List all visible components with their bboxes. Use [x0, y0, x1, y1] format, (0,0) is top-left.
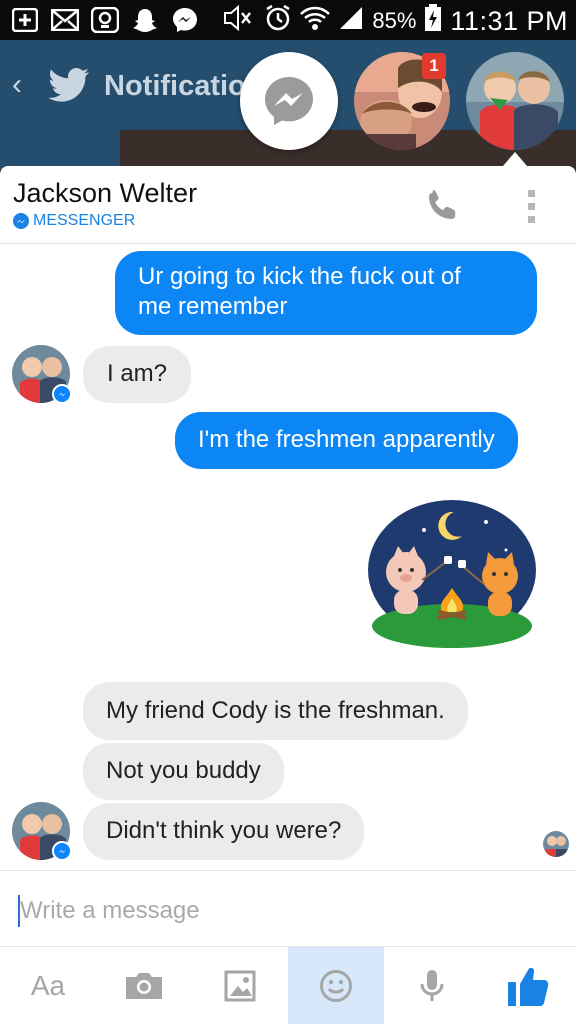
signal-icon: [338, 5, 364, 37]
call-button[interactable]: [420, 184, 464, 228]
composer-toolbar: Aa: [0, 946, 576, 1024]
text-format-button[interactable]: Aa: [0, 947, 96, 1024]
message-incoming[interactable]: Didn't think you were?: [83, 803, 365, 860]
email-icon: [50, 6, 80, 34]
camera-button[interactable]: [96, 947, 192, 1024]
alarm-icon: [264, 4, 292, 38]
emoji-icon: [320, 970, 352, 1002]
add-icon: [10, 6, 40, 34]
message-incoming[interactable]: Not you buddy: [83, 743, 284, 800]
microphone-icon: [420, 970, 444, 1001]
message-input[interactable]: Write a message: [20, 897, 200, 925]
active-head-pointer: [503, 152, 527, 166]
battery-percent: 85%: [372, 8, 417, 33]
message-composer[interactable]: Write a message: [0, 870, 576, 946]
notification-icons: [10, 6, 200, 34]
message-text-line: me remember: [138, 293, 288, 320]
snapchat-icon: [130, 6, 160, 34]
message-outgoing[interactable]: Ur going to kick the fuck out of me reme…: [115, 251, 537, 335]
messenger-badge-icon: [13, 213, 29, 229]
battery-charging-icon: [424, 4, 442, 38]
twitter-bird-icon: [48, 68, 90, 109]
message-outgoing[interactable]: I'm the freshmen apparently: [175, 412, 518, 469]
wifi-icon: [300, 5, 331, 37]
contact-name[interactable]: Jackson Welter: [13, 178, 197, 209]
message-incoming[interactable]: My friend Cody is the freshman.: [83, 682, 468, 740]
background-app-title: Notificatio: [104, 70, 246, 102]
message-text-line: Ur going to kick the fuck out of: [138, 263, 461, 290]
messenger-chat-head[interactable]: [240, 52, 338, 150]
unread-count-badge: 1: [422, 53, 446, 79]
gallery-icon: [224, 970, 256, 1002]
more-dot: [527, 202, 535, 210]
system-icons: 85% 11:31 PM: [222, 4, 568, 38]
contact-2-photo: [466, 52, 564, 150]
message-incoming[interactable]: I am?: [83, 346, 192, 403]
camera-icon: [126, 973, 162, 999]
chat-panel: Jackson Welter MESSENGER Ur going to kic…: [0, 166, 576, 1024]
status-bar: 85% 11:31 PM: [0, 0, 576, 40]
gallery-button[interactable]: [192, 947, 288, 1024]
phone-icon: [429, 190, 456, 219]
voicemail-icon: [90, 6, 120, 34]
messenger-mini-badge-icon: [52, 841, 72, 861]
messenger-subtitle: MESSENGER: [33, 212, 136, 229]
text-format-icon: Aa: [30, 970, 66, 1001]
like-button[interactable]: [480, 947, 576, 1024]
microphone-button[interactable]: [384, 947, 480, 1024]
like-icon: [508, 967, 549, 1006]
chat-header: Jackson Welter MESSENGER: [0, 166, 576, 244]
more-dot: [527, 215, 535, 223]
messenger-logo-icon: [265, 77, 313, 125]
read-receipt-avatar: [543, 831, 569, 857]
sticker-image: [368, 500, 536, 648]
messenger-label: MESSENGER: [13, 212, 135, 230]
messenger-icon: [170, 6, 200, 34]
more-options-button[interactable]: [516, 184, 546, 228]
clock: 11:31 PM: [450, 5, 568, 36]
emoji-button[interactable]: [288, 947, 384, 1024]
more-dot: [527, 189, 535, 197]
read-receipt-photo: [543, 831, 569, 857]
mute-icon: [222, 4, 256, 37]
messenger-mini-badge-icon: [52, 384, 72, 404]
chat-head-contact-2-active[interactable]: [466, 52, 564, 150]
back-icon: ‹: [12, 68, 22, 101]
campfire-sticker[interactable]: [366, 500, 538, 650]
